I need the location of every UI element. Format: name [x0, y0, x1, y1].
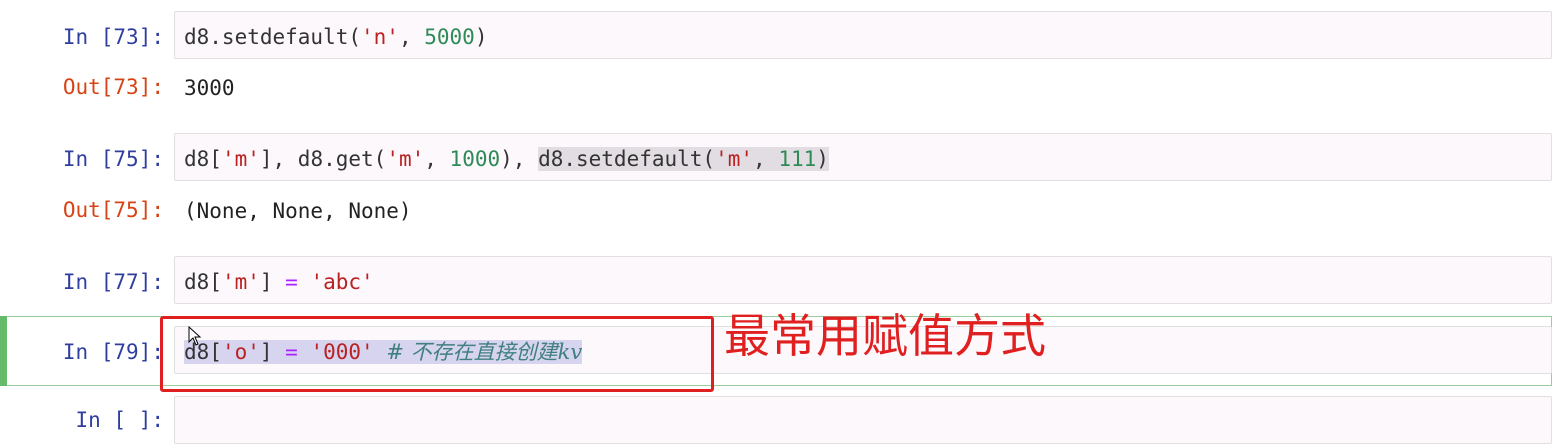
- in-prompt: In [77]:: [62, 270, 164, 294]
- in-prompt: In [ ]:: [75, 408, 164, 432]
- string-token: 'm': [386, 147, 425, 171]
- code-token: ], d8.get(: [259, 147, 387, 171]
- code-token: d8.setdefault(: [184, 25, 362, 49]
- code-token: ): [816, 147, 829, 171]
- code-token: ,: [398, 25, 425, 49]
- code-token: ,: [424, 147, 450, 171]
- code-input-area[interactable]: [174, 396, 1552, 444]
- code-token: d8.setdefault(: [538, 147, 716, 171]
- in-prompt: In [73]:: [62, 25, 164, 49]
- number-token: 5000: [424, 25, 475, 49]
- string-token: 'm': [221, 270, 260, 294]
- code-line[interactable]: d8['m'], d8.get('m', 1000), d8.setdefaul…: [184, 147, 829, 171]
- in-prompt: In [79]:: [62, 340, 164, 364]
- annotation-highlight-box: [160, 316, 714, 392]
- number-token: 1000: [449, 147, 501, 171]
- annotation-label: 最常用赋值方式: [724, 309, 1046, 363]
- code-token: ]: [259, 270, 286, 294]
- code-line[interactable]: d8.setdefault('n', 5000): [184, 25, 487, 49]
- code-token: d8[: [184, 270, 222, 294]
- cell-output: (None, None, None): [184, 199, 412, 223]
- code-token: ,: [753, 147, 779, 171]
- code-token: d8[: [184, 147, 222, 171]
- string-token: 'n': [361, 25, 399, 49]
- code-token: ),: [500, 147, 539, 171]
- cell-output: 3000: [184, 76, 235, 100]
- string-token: 'm': [715, 147, 754, 171]
- highlighted-code: d8.setdefault('m', 111): [538, 147, 829, 171]
- out-prompt: Out[73]:: [62, 75, 164, 99]
- in-prompt: In [75]:: [62, 147, 164, 171]
- string-token: 'm': [221, 147, 260, 171]
- out-prompt: Out[75]:: [62, 198, 164, 222]
- code-line[interactable]: d8['m'] = 'abc': [184, 270, 374, 294]
- code-input-area[interactable]: [174, 256, 1552, 304]
- operator-token: =: [285, 270, 298, 294]
- string-token: 'abc': [310, 270, 374, 294]
- code-token: ): [474, 25, 488, 49]
- number-token: 111: [778, 147, 817, 171]
